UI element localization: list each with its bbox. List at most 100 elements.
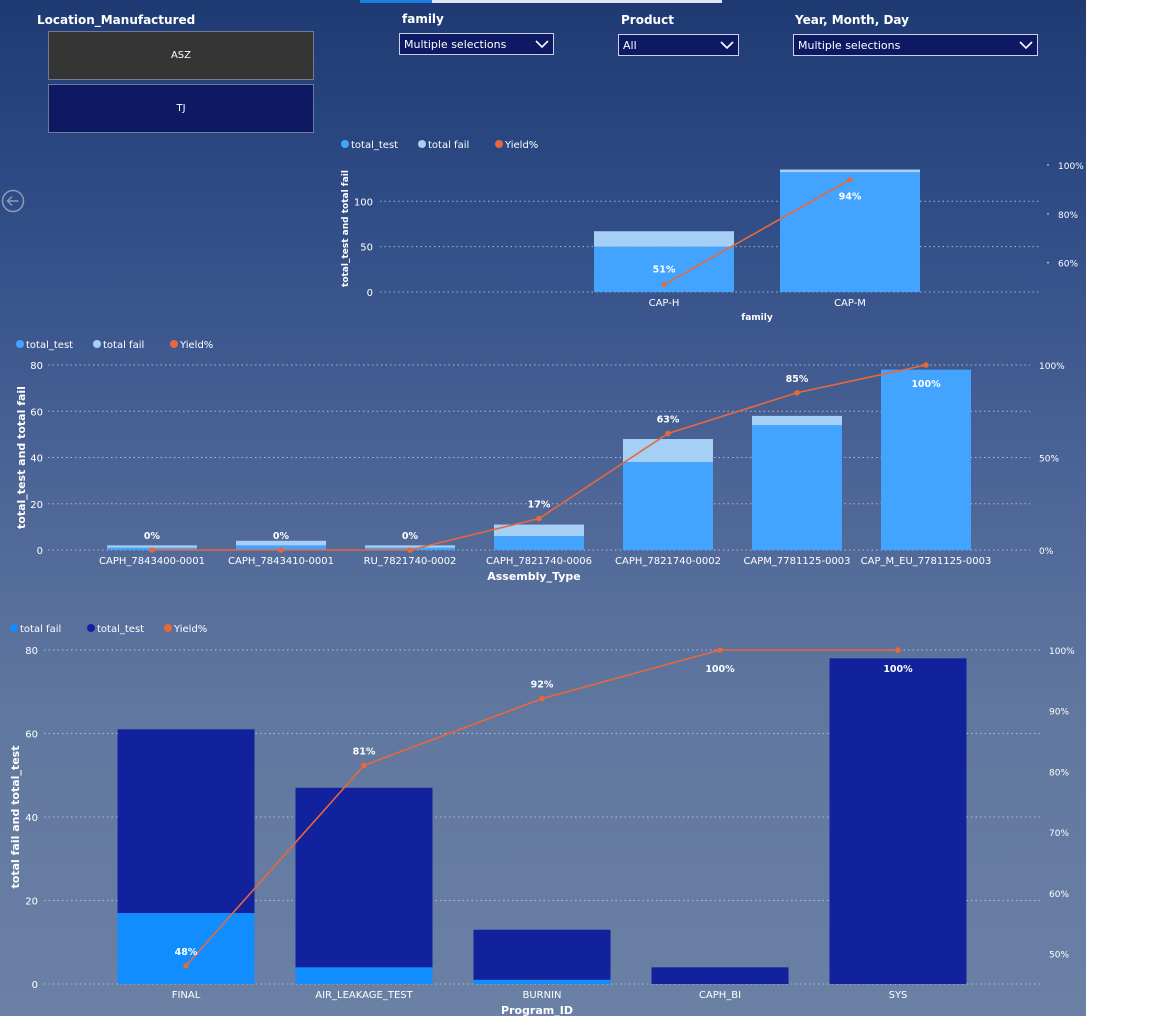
- bar-total-test: [651, 967, 789, 984]
- product-slicer-title: Product: [621, 13, 674, 27]
- yield-data-label: 63%: [657, 414, 680, 425]
- legend-label: Yield%: [179, 340, 213, 351]
- bar-total-test: [881, 369, 971, 550]
- legend-marker: [170, 340, 178, 348]
- x-tick-label: CAPH_BI: [699, 990, 741, 1001]
- yield-point: [794, 389, 800, 396]
- y-tick-label: 60: [25, 730, 38, 741]
- legend-marker: [10, 624, 18, 632]
- bar-total-test: [623, 462, 713, 550]
- y-right-tick-label: 50%: [1049, 951, 1069, 961]
- bar-total-test: [829, 658, 967, 984]
- bar-total-fail: [623, 439, 713, 463]
- y-right-tick-label: 100%: [1039, 362, 1065, 372]
- legend-label: Yield%: [504, 140, 538, 151]
- y-right-tick-label: 60%: [1058, 260, 1078, 270]
- y-axis-title: total_test and total fail: [15, 386, 28, 529]
- yield-point: [536, 515, 542, 522]
- bar-total-test: [752, 425, 842, 550]
- x-tick-label: CAPH_7843410-0001: [228, 556, 334, 567]
- right-tick-mark: [1047, 164, 1049, 166]
- y-tick-label: 80: [25, 646, 38, 657]
- yield-data-label: 0%: [273, 531, 290, 542]
- legend-marker: [87, 624, 95, 632]
- y-right-tick-label: 80%: [1049, 768, 1069, 778]
- y-axis-title: total_test and total fail: [341, 170, 351, 287]
- y-tick-label: 50: [360, 243, 373, 254]
- bar-total-test: [117, 729, 255, 914]
- y-right-tick-label: 80%: [1058, 211, 1078, 221]
- yield-point: [895, 647, 901, 653]
- y-right-tick-label: 50%: [1039, 455, 1059, 465]
- bar-total-test: [473, 929, 611, 980]
- report-canvas: Location_Manufactured ASZ TJ family Mult…: [0, 0, 1086, 1016]
- x-tick-label: CAP-H: [649, 298, 680, 309]
- product-dropdown[interactable]: All: [618, 34, 739, 56]
- program-id-combo-chart: total fail total_test Yield% 0 20 40 60 80 50% 60…: [9, 624, 1075, 1016]
- y-tick-label: 0: [32, 980, 38, 991]
- y-tick-label: 20: [25, 897, 38, 908]
- x-tick-label: CAPH_7843400-0001: [99, 556, 205, 567]
- location-slicer-title: Location_Manufactured: [37, 13, 196, 27]
- page-tab[interactable]: [432, 0, 722, 3]
- y-tick-label: 0: [367, 288, 373, 299]
- x-axis-title: family: [741, 313, 773, 323]
- legend-marker: [16, 340, 24, 348]
- bar-total-test: [295, 787, 433, 968]
- x-tick-label: RU_7821740-0002: [364, 556, 457, 567]
- yield-data-label: 100%: [705, 664, 735, 675]
- legend-label: total_test: [26, 340, 73, 351]
- x-tick-label: CAPH_7821740-0002: [615, 556, 721, 567]
- yield-data-label: 100%: [883, 664, 913, 675]
- assembly-type-combo-chart: total_test total fail Yield% 0 20 40 60 80 0% 50%…: [15, 340, 1065, 583]
- legend-marker: [164, 624, 172, 632]
- yield-point: [717, 647, 723, 653]
- bar-total-test: [780, 172, 920, 292]
- location-tile-tj[interactable]: TJ: [48, 84, 314, 133]
- family-combo-chart: total_test total fail Yield% 0 50 100 60% 80% 10…: [341, 140, 1084, 323]
- product-dropdown-value: All: [623, 38, 637, 52]
- date-dropdown-value: Multiple selections: [798, 38, 901, 52]
- x-tick-label: BURNIN: [522, 990, 561, 1001]
- y-tick-label: 40: [25, 813, 38, 824]
- chevron-down-icon: [720, 41, 734, 50]
- location-tile-asz[interactable]: ASZ: [48, 31, 314, 80]
- x-tick-label: CAP-M: [834, 298, 866, 309]
- y-tick-label: 60: [30, 407, 43, 418]
- legend-label: total fail: [20, 624, 61, 635]
- y-axis-title: total fail and total_test: [9, 746, 22, 889]
- chevron-down-icon: [535, 40, 549, 49]
- chevron-down-icon: [1019, 41, 1033, 50]
- family-dropdown[interactable]: Multiple selections: [399, 33, 554, 55]
- legend-label: total fail: [103, 340, 144, 351]
- bar-total-fail: [473, 979, 611, 984]
- x-tick-label: FINAL: [172, 990, 201, 1001]
- y-tick-label: 40: [30, 454, 43, 465]
- bar-total-fail: [752, 415, 842, 426]
- y-right-tick-label: 60%: [1049, 890, 1069, 900]
- yield-data-label: 85%: [786, 374, 809, 385]
- legend-label: Yield%: [173, 624, 207, 635]
- x-axis-title: Program_ID: [501, 1004, 573, 1016]
- page-tab-active[interactable]: [360, 0, 432, 3]
- bar-total-fail: [780, 169, 920, 173]
- y-tick-label: 0: [37, 546, 43, 557]
- yield-point: [847, 177, 853, 183]
- legend-label: total_test: [97, 624, 144, 635]
- family-dropdown-value: Multiple selections: [404, 37, 507, 51]
- legend-label: total fail: [428, 140, 469, 151]
- yield-point: [923, 362, 929, 368]
- yield-point: [665, 430, 671, 437]
- y-right-tick-label: 100%: [1049, 647, 1075, 657]
- y-right-tick-label: 90%: [1049, 708, 1069, 718]
- y-tick-label: 80: [30, 361, 43, 372]
- bar-total-fail: [295, 967, 433, 984]
- date-dropdown[interactable]: Multiple selections: [793, 34, 1038, 56]
- yield-data-label: 92%: [531, 680, 554, 691]
- yield-point: [361, 762, 367, 769]
- yield-point: [407, 547, 413, 553]
- yield-data-label: 51%: [653, 265, 676, 276]
- family-slicer-title: family: [402, 12, 444, 26]
- x-axis-title: Assembly_Type: [487, 570, 581, 583]
- yield-point: [661, 282, 667, 288]
